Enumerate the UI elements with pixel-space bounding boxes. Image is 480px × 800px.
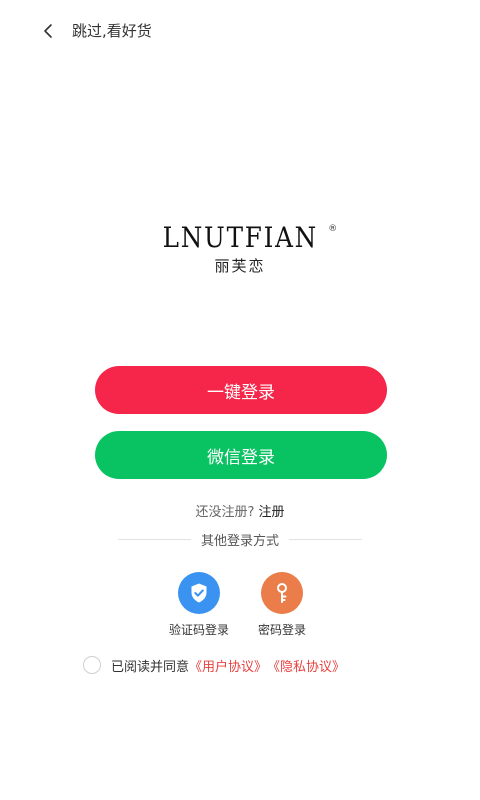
password-login-label: 密码登录 (257, 623, 306, 637)
register-link[interactable]: 注册 (259, 505, 285, 520)
register-prompt-line: 还没注册? 注册 (0, 501, 480, 520)
skip-back-button[interactable]: 跳过,看好货 (40, 17, 170, 45)
top-bar: 跳过,看好货 (0, 0, 480, 60)
other-login-divider: 其他登录方式 (118, 529, 363, 549)
one-key-login-button[interactable]: 一键登录 (95, 366, 387, 414)
agreement-row: 已阅读并同意 《用户协议》 《隐私协议》 (83, 654, 345, 676)
divider-line-right (289, 538, 363, 540)
agreement-text: 已阅读并同意 (111, 659, 190, 675)
logo-brand-text: LNUTFIAN (162, 221, 318, 254)
user-agreement-link[interactable]: 《用户协议》 (189, 656, 267, 675)
skip-label: 跳过,看好货 (72, 21, 152, 40)
key-icon (261, 572, 303, 614)
brand-logo: LNUTFIAN ® 丽芙恋 (0, 222, 480, 276)
divider-line-left (118, 538, 191, 540)
code-login-option[interactable]: 验证码登录 (154, 572, 244, 638)
agreement-checkbox[interactable] (83, 656, 101, 674)
registered-mark: ® (328, 224, 338, 234)
wechat-login-button[interactable]: 微信登录 (95, 431, 387, 479)
password-login-option[interactable]: 密码登录 (237, 572, 327, 638)
logo-chinese-text: 丽芙恋 (214, 257, 266, 275)
other-login-label: 其他登录方式 (201, 533, 280, 549)
shield-check-icon (178, 572, 220, 614)
register-prompt: 还没注册? (195, 505, 255, 520)
privacy-agreement-link[interactable]: 《隐私协议》 (267, 656, 345, 675)
chevron-left-icon (40, 23, 56, 39)
code-login-label: 验证码登录 (168, 623, 229, 637)
